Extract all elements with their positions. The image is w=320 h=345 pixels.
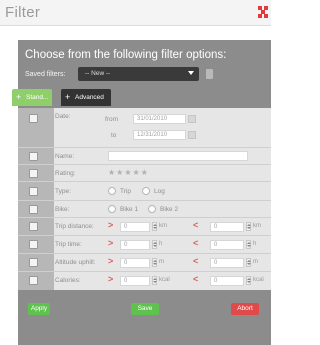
- bike-checkbox[interactable]: [29, 205, 38, 214]
- date-to-input[interactable]: 12/31/2010: [133, 130, 186, 140]
- rating-stars[interactable]: ★★★★★: [108, 168, 149, 177]
- stepper-icon[interactable]: [246, 240, 251, 249]
- abort-button[interactable]: Abort: [231, 303, 259, 315]
- calories-min-input[interactable]: 0: [120, 276, 150, 286]
- calendar-icon[interactable]: [188, 115, 196, 123]
- title-bar: Filter: [0, 0, 271, 26]
- trip-distance-label: Trip distance:: [55, 223, 94, 230]
- trip-distance-min-input[interactable]: 0: [120, 222, 150, 232]
- trip-time-label: Trip time:: [55, 241, 82, 248]
- date-row: Date: from 31/01/2010 to 12/31/2010: [18, 108, 271, 148]
- type-trip-radio[interactable]: [108, 187, 116, 195]
- trip-distance-max-input[interactable]: 0: [210, 222, 244, 232]
- type-trip-label: Trip: [120, 188, 131, 195]
- plus-icon: +: [16, 92, 22, 102]
- chevron-down-icon: [188, 71, 194, 75]
- date-from-input[interactable]: 31/01/2010: [133, 114, 186, 124]
- trip-distance-row: Trip distance: > 0 km < 0 km: [18, 218, 271, 236]
- bike-2-radio[interactable]: [148, 205, 156, 213]
- altitude-uphill-max-unit: m: [253, 259, 258, 265]
- trip-time-max-unit: h: [253, 241, 257, 247]
- window-title: Filter: [5, 4, 41, 21]
- filter-footer: Apply Save Abort: [18, 290, 271, 345]
- type-row: Type: Trip Log: [18, 182, 271, 201]
- greater-than-icon: >: [108, 256, 114, 266]
- trip-time-min-input[interactable]: 0: [120, 240, 150, 250]
- trip-time-checkbox[interactable]: [29, 240, 38, 249]
- tab-bar: + Stand... + Advanced: [12, 86, 271, 108]
- altitude-uphill-checkbox[interactable]: [29, 258, 38, 267]
- tab-standard[interactable]: + Stand...: [12, 89, 52, 106]
- trip-time-row: Trip time: > 0 h < 0 h: [18, 236, 271, 254]
- greater-than-icon: >: [108, 274, 114, 284]
- plus-icon: +: [65, 92, 71, 102]
- date-checkbox[interactable]: [29, 114, 38, 123]
- type-checkbox[interactable]: [29, 187, 38, 196]
- trip-time-max-input[interactable]: 0: [210, 240, 244, 250]
- stepper-icon[interactable]: [152, 258, 157, 267]
- saved-filters-value: -- New --: [85, 70, 111, 77]
- stepper-icon[interactable]: [246, 258, 251, 267]
- stepper-icon[interactable]: [246, 276, 251, 285]
- calories-label: Calories:: [55, 277, 81, 284]
- date-label: Date:: [55, 113, 71, 120]
- save-button[interactable]: Save: [131, 303, 159, 315]
- greater-than-icon: >: [108, 238, 114, 248]
- stepper-icon[interactable]: [152, 276, 157, 285]
- calories-min-unit: kcal: [159, 277, 170, 283]
- less-than-icon: <: [193, 274, 199, 284]
- altitude-uphill-min-unit: m: [159, 259, 164, 265]
- stepper-icon[interactable]: [246, 222, 251, 231]
- type-log-label: Log: [154, 188, 165, 195]
- bike-label: Bike:: [55, 206, 70, 213]
- close-icon[interactable]: [258, 6, 268, 18]
- bike-1-radio[interactable]: [108, 205, 116, 213]
- saved-filters-label: Saved filters:: [25, 71, 66, 78]
- trash-icon[interactable]: [206, 69, 213, 79]
- rating-row: Rating: ★★★★★: [18, 165, 271, 182]
- altitude-uphill-label: Altitude uphill:: [55, 259, 96, 266]
- calories-max-unit: kcal: [253, 277, 264, 283]
- name-checkbox[interactable]: [29, 152, 38, 161]
- bike-1-label: Bike 1: [120, 206, 139, 213]
- type-label: Type:: [55, 188, 71, 195]
- trip-time-min-unit: h: [159, 241, 163, 247]
- greater-than-icon: >: [108, 220, 114, 230]
- name-row: Name:: [18, 148, 271, 165]
- filter-heading: Choose from the following filter options…: [25, 49, 227, 61]
- stepper-icon[interactable]: [152, 222, 157, 231]
- less-than-icon: <: [193, 256, 199, 266]
- tab-standard-label: Stand...: [26, 94, 49, 101]
- stepper-icon[interactable]: [152, 240, 157, 249]
- saved-filters-select[interactable]: -- New --: [78, 67, 199, 81]
- name-input[interactable]: [108, 151, 248, 161]
- name-label: Name:: [55, 153, 75, 160]
- less-than-icon: <: [193, 238, 199, 248]
- altitude-uphill-max-input[interactable]: 0: [210, 258, 244, 268]
- trip-distance-max-unit: km: [253, 223, 261, 229]
- trip-distance-min-unit: km: [159, 223, 167, 229]
- filter-panel: Date: from 31/01/2010 to 12/31/2010 Name…: [18, 108, 271, 290]
- calendar-icon[interactable]: [188, 131, 196, 139]
- calories-max-input[interactable]: 0: [210, 276, 244, 286]
- rating-checkbox[interactable]: [29, 169, 38, 178]
- less-than-icon: <: [193, 220, 199, 230]
- date-to-label: to: [111, 132, 117, 139]
- bike-2-label: Bike 2: [160, 206, 179, 213]
- altitude-uphill-min-input[interactable]: 0: [120, 258, 150, 268]
- rating-label: Rating:: [55, 170, 76, 177]
- type-log-radio[interactable]: [142, 187, 150, 195]
- tab-advanced-label: Advanced: [75, 94, 104, 101]
- altitude-uphill-row: Altitude uphill: > 0 m < 0 m: [18, 254, 271, 272]
- tab-advanced[interactable]: + Advanced: [61, 89, 111, 106]
- apply-button[interactable]: Apply: [28, 303, 50, 315]
- calories-row: Calories: > 0 kcal < 0 kcal: [18, 272, 271, 290]
- bike-row: Bike: Bike 1 Bike 2: [18, 201, 271, 218]
- trip-distance-checkbox[interactable]: [29, 222, 38, 231]
- calories-checkbox[interactable]: [29, 276, 38, 285]
- date-from-label: from: [105, 116, 118, 123]
